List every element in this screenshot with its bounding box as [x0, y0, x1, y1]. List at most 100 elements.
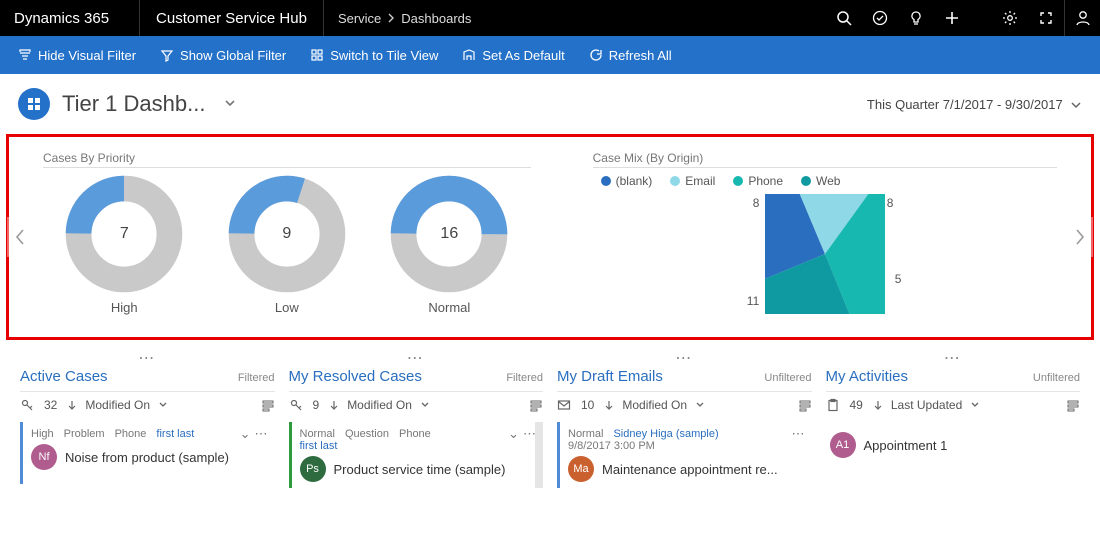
streams-row: ⋯ Active Cases Filtered 32 Modified On ⌄… [0, 340, 1100, 496]
stream-more-icon[interactable]: ⋯ [826, 348, 1081, 366]
date-range-label: This Quarter 7/1/2017 - 9/30/2017 [867, 97, 1063, 112]
stream-title[interactable]: My Resolved Cases [289, 368, 422, 385]
app-title[interactable]: Customer Service Hub [140, 0, 324, 36]
dashboard-icon [18, 88, 50, 120]
page-title: Tier 1 Dashb... [62, 91, 205, 117]
tag: High [31, 428, 54, 440]
list-item[interactable]: ⋯ Normal Sidney Higa (sample) 9/8/2017 3… [557, 422, 812, 488]
legend-label: Email [685, 174, 715, 188]
product-switcher[interactable]: Dynamics 365 [0, 0, 140, 36]
sort-field[interactable]: Last Updated [891, 398, 962, 412]
chevron-down-icon[interactable] [695, 400, 705, 410]
sort-arrow-icon[interactable] [329, 400, 339, 410]
donut-low[interactable]: 9 Low [227, 174, 347, 315]
gear-icon[interactable] [992, 0, 1028, 36]
chevron-down-icon[interactable] [158, 400, 168, 410]
page-header: Tier 1 Dashb... This Quarter 7/1/2017 - … [0, 74, 1100, 134]
legend-label: (blank) [616, 174, 653, 188]
sort-field[interactable]: Modified On [622, 398, 687, 412]
stream-title[interactable]: My Draft Emails [557, 368, 663, 385]
scroll-left-button[interactable] [7, 217, 33, 257]
legend-item[interactable]: Phone [733, 174, 783, 188]
sort-arrow-icon[interactable] [604, 400, 614, 410]
pie-svg [765, 194, 885, 314]
scroll-right-button[interactable] [1067, 217, 1093, 257]
stream-title[interactable]: My Activities [826, 368, 909, 385]
tag: Question [345, 428, 389, 440]
task-icon[interactable] [862, 0, 898, 36]
cmd-show-global-filter[interactable]: Show Global Filter [150, 36, 296, 74]
sort-arrow-icon[interactable] [873, 400, 883, 410]
search-icon[interactable] [826, 0, 862, 36]
stream-sort-row: 9 Modified On [289, 392, 544, 418]
cmd-label: Show Global Filter [180, 48, 286, 63]
cmd-hide-visual-filter[interactable]: Hide Visual Filter [8, 36, 146, 74]
chevron-down-icon[interactable] [970, 400, 980, 410]
item-more-icon[interactable]: ⋯ [255, 426, 269, 442]
legend-item[interactable]: Web [801, 174, 840, 188]
list-item[interactable]: ⌄ ⋯ High Problem Phone first last Nf Noi… [20, 422, 275, 484]
sort-field[interactable]: Modified On [85, 398, 150, 412]
list-item[interactable]: ⌄ ⋯ Normal Question Phone first last Ps … [289, 422, 544, 488]
queue-icon[interactable] [1066, 398, 1080, 412]
sort-field[interactable]: Modified On [347, 398, 412, 412]
brand-label: Dynamics 365 [14, 10, 109, 27]
cmd-label: Set As Default [482, 48, 564, 63]
breadcrumb-dashboards[interactable]: Dashboards [401, 11, 471, 26]
visual-filter-row: Cases By Priority 7 High [6, 134, 1094, 340]
pie-chart[interactable]: 8 8 5 11 [593, 194, 1057, 324]
date-range-picker[interactable]: This Quarter 7/1/2017 - 9/30/2017 [867, 97, 1082, 112]
chevron-down-icon [115, 13, 125, 23]
donut-value: 16 [389, 174, 509, 294]
queue-icon[interactable] [261, 398, 275, 412]
donut-label: High [64, 300, 184, 315]
stream-filter-state: Filtered [506, 372, 543, 384]
legend-item[interactable]: Email [670, 174, 715, 188]
tag-link[interactable]: Sidney Higa (sample) [613, 428, 718, 440]
item-title: Product service time (sample) [334, 462, 506, 477]
chevron-down-icon[interactable]: ⌄ [240, 426, 251, 442]
add-icon[interactable] [934, 0, 970, 36]
lightbulb-icon[interactable] [898, 0, 934, 36]
stream-active-cases: ⋯ Active Cases Filtered 32 Modified On ⌄… [20, 348, 275, 488]
cmd-switch-tile-view[interactable]: Switch to Tile View [300, 36, 448, 74]
donut-normal[interactable]: 16 Normal [389, 174, 509, 315]
stream-count: 10 [581, 398, 594, 412]
cmd-refresh-all[interactable]: Refresh All [579, 36, 682, 74]
breadcrumb-service[interactable]: Service [338, 11, 381, 26]
queue-icon[interactable] [798, 398, 812, 412]
scrollbar[interactable] [535, 422, 543, 488]
tag: Phone [115, 428, 147, 440]
avatar: A1 [830, 432, 856, 458]
stream-my-resolved-cases: ⋯ My Resolved Cases Filtered 9 Modified … [289, 348, 544, 488]
donut-label: Normal [389, 300, 509, 315]
pie-label: 5 [895, 272, 902, 286]
sort-arrow-icon[interactable] [67, 400, 77, 410]
global-header: Dynamics 365 Customer Service Hub Servic… [0, 0, 1100, 36]
stream-more-icon[interactable]: ⋯ [289, 348, 544, 366]
chevron-down-icon[interactable] [420, 400, 430, 410]
stream-filter-state: Filtered [238, 372, 275, 384]
stream-count: 32 [44, 398, 57, 412]
stream-my-draft-emails: ⋯ My Draft Emails Unfiltered 10 Modified… [557, 348, 812, 488]
legend-item[interactable]: (blank) [601, 174, 653, 188]
tag-link[interactable]: first last [156, 428, 194, 440]
donut-label: Low [227, 300, 347, 315]
stream-title[interactable]: Active Cases [20, 368, 108, 385]
chevron-down-icon[interactable]: ⌄ [508, 426, 519, 442]
tag-link[interactable]: first last [300, 440, 338, 452]
item-subtext: 9/8/2017 3:00 PM [568, 440, 806, 452]
stream-more-icon[interactable]: ⋯ [557, 348, 812, 366]
queue-icon[interactable] [529, 398, 543, 412]
dashboard-picker[interactable] [223, 96, 237, 113]
user-avatar[interactable] [1064, 0, 1100, 36]
item-title: Appointment 1 [864, 438, 948, 453]
item-more-icon[interactable]: ⋯ [792, 426, 806, 442]
list-item[interactable]: A1 Appointment 1 [826, 422, 1081, 484]
stream-more-icon[interactable]: ⋯ [20, 348, 275, 366]
cmd-set-default[interactable]: Set As Default [452, 36, 574, 74]
donut-high[interactable]: 7 High [64, 174, 184, 315]
expand-icon[interactable] [1028, 0, 1064, 36]
tag: Problem [64, 428, 105, 440]
person-icon [1074, 9, 1092, 27]
